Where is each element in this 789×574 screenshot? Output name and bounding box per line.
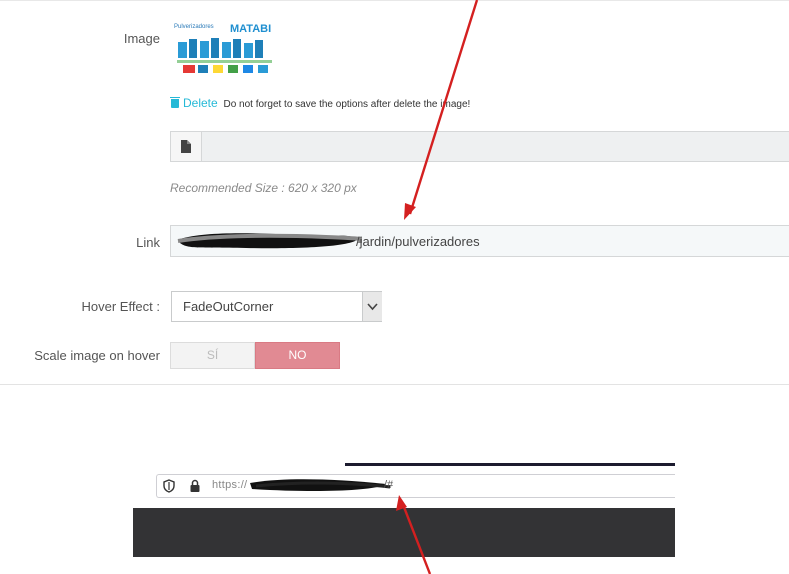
annotation-arrow-bottom	[396, 495, 432, 574]
annotation-arrows	[396, 0, 479, 574]
annotation-arrow-top	[404, 0, 479, 220]
